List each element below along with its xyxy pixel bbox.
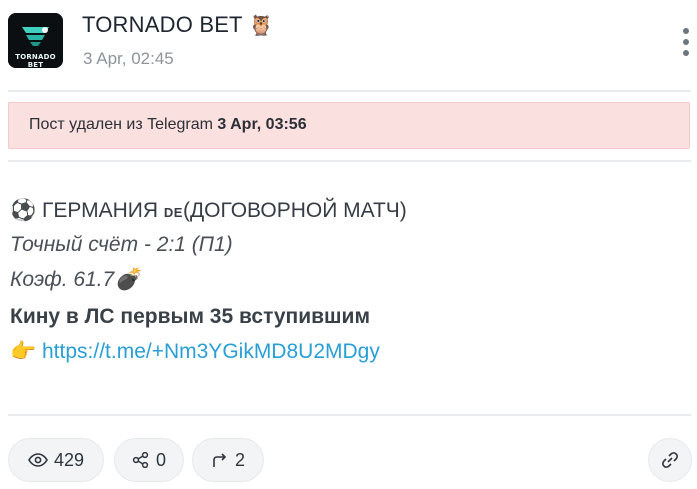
menu-dot	[683, 28, 689, 34]
link-icon	[662, 452, 678, 468]
message-title-line: ⚽ ГЕРМАНИЯ DE(ДОГОВОРНОЙ МАТЧ)	[10, 199, 407, 223]
invite-link[interactable]: https://t.me/+Nm3YGikMD8U2MDgy	[42, 340, 380, 363]
soccer-ball-icon: ⚽	[10, 199, 37, 223]
footer-divider	[8, 414, 691, 416]
title-country: ГЕРМАНИЯ	[36, 199, 164, 222]
views-count: 429	[53, 449, 85, 470]
odds-line: Коэф. 61.7💣	[10, 268, 140, 292]
header-divider	[8, 90, 691, 92]
telegram-post-card: TORNADO BET TORNADO BET 🦉 3 Apr, 02:45 По…	[0, 0, 697, 489]
dm-offer-line: Кину в ЛС первым 35 вступившим	[10, 305, 371, 328]
post-timestamp[interactable]: 3 Apr, 02:45	[83, 49, 174, 69]
share-nodes-icon	[132, 452, 149, 468]
avatar-text: TORNADO BET	[15, 53, 56, 68]
exact-score-line: Точный счёт - 2:1 (П1)	[10, 233, 233, 256]
notice-divider	[8, 160, 691, 162]
germany-flag-icon: DE	[163, 205, 183, 220]
channel-name[interactable]: TORNADO BET 🦉	[82, 12, 274, 38]
shares-counter[interactable]: 0	[114, 438, 184, 482]
kebab-menu-icon[interactable]	[676, 24, 696, 60]
deleted-notice-date: 3 Apr, 03:56	[217, 116, 307, 133]
deleted-notice-label: Пост удален из Telegram	[29, 116, 218, 133]
menu-dot	[683, 50, 689, 56]
forward-arrow-icon	[213, 453, 227, 467]
deleted-notice-text: Пост удален из Telegram 3 Apr, 03:56	[29, 116, 307, 134]
odds-text: Коэф. 61.7	[10, 268, 115, 291]
channel-avatar[interactable]: TORNADO BET	[8, 13, 63, 68]
bomb-icon: 💣	[114, 268, 141, 292]
views-counter[interactable]: 429	[8, 438, 104, 482]
eye-icon	[28, 453, 48, 467]
deleted-post-notice: Пост удален из Telegram 3 Apr, 03:56	[8, 102, 690, 149]
post-header: TORNADO BET TORNADO BET 🦉 3 Apr, 02:45	[0, 0, 697, 92]
forwards-count: 2	[234, 449, 245, 470]
channel-name-text: TORNADO BET	[82, 12, 243, 37]
pointing-hand-icon: 👉	[10, 340, 37, 364]
post-footer: 429 0 2	[0, 430, 697, 489]
shares-count: 0	[155, 449, 166, 470]
forwards-counter[interactable]: 2	[192, 438, 264, 482]
invite-link-line: 👉 https://t.me/+Nm3YGikMD8U2MDgy	[10, 340, 380, 364]
title-suffix: (ДОГОВОРНОЙ МАТЧ)	[182, 199, 407, 222]
menu-dot	[683, 39, 689, 45]
owl-emoji-icon: 🦉	[248, 15, 274, 37]
copy-link-button[interactable]	[648, 438, 692, 482]
